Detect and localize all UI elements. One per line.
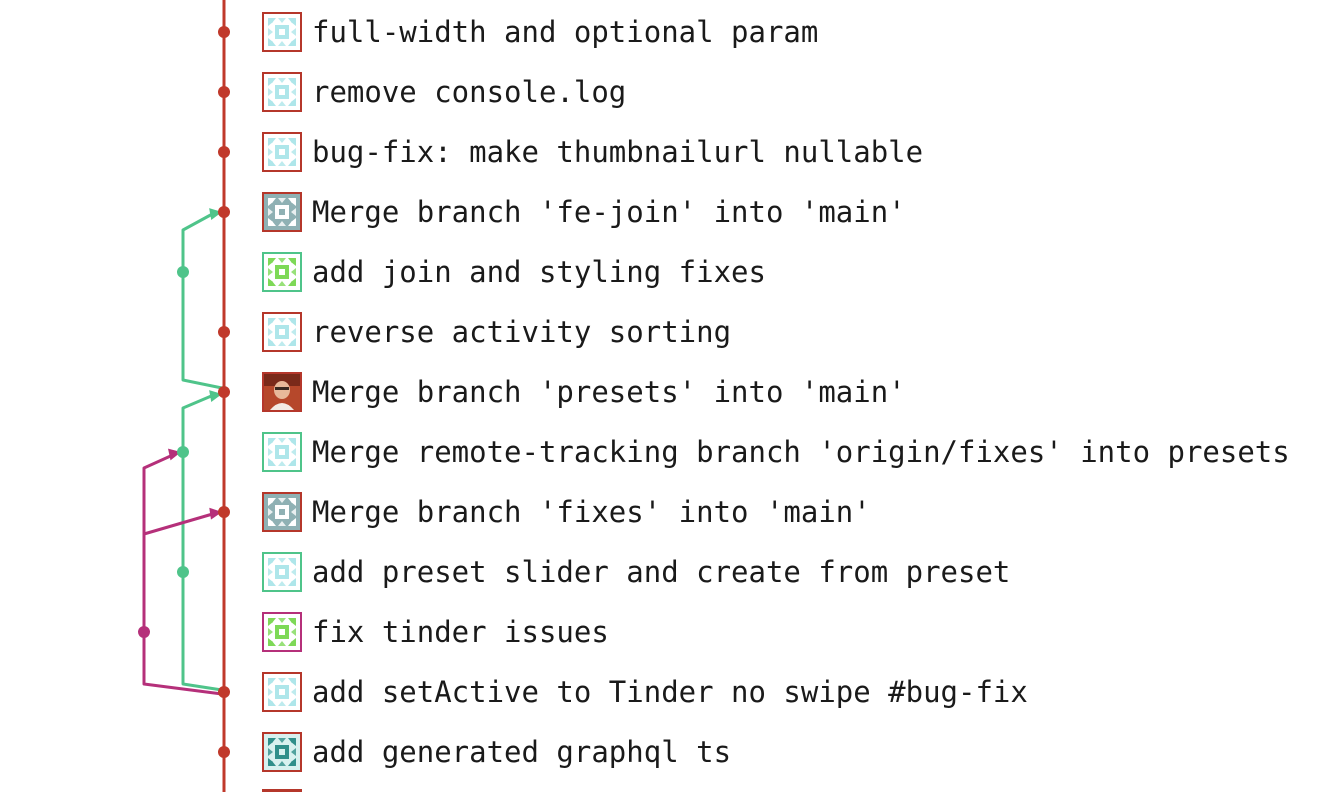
commit-row[interactable]: reverse activity sorting [262, 310, 731, 354]
author-avatar [262, 252, 302, 292]
commit-row[interactable]: remove console.log [262, 70, 626, 114]
commit-node[interactable] [177, 566, 189, 578]
presets-branch-line [181, 392, 223, 692]
commit-node[interactable] [218, 146, 230, 158]
commit-message: Merge branch 'fixes' into 'main' [312, 495, 871, 529]
commit-row[interactable]: Merge branch 'presets' into 'main' [262, 370, 906, 414]
commit-row[interactable]: fix tinder issues [262, 610, 609, 654]
commit-node[interactable] [218, 386, 230, 398]
commit-node[interactable] [218, 746, 230, 758]
commit-message: full-width and optional param [312, 15, 819, 49]
fixes-merge-line [143, 511, 217, 536]
author-avatar [262, 732, 302, 772]
author-avatar [262, 12, 302, 52]
author-avatar [262, 72, 302, 112]
commit-message: Merge branch 'presets' into 'main' [312, 375, 906, 409]
commit-message: Merge branch 'fe-join' into 'main' [312, 195, 906, 229]
commit-node[interactable] [177, 266, 189, 278]
commit-row[interactable]: Merge branch 'fe-join' into 'main' [262, 190, 906, 234]
fe-join-branch-line [181, 210, 223, 390]
commit-message: fix tinder issues [312, 615, 609, 649]
commit-row[interactable]: add setActive to Tinder no swipe #bug-fi… [262, 670, 1028, 714]
author-avatar [262, 492, 302, 532]
commit-message: add setActive to Tinder no swipe #bug-fi… [312, 675, 1028, 709]
commit-message: Merge remote-tracking branch 'origin/fix… [312, 435, 1290, 469]
author-avatar [262, 552, 302, 592]
author-avatar [262, 192, 302, 232]
author-avatar [262, 432, 302, 472]
commit-node[interactable] [218, 686, 230, 698]
commit-row[interactable]: add preset slider and create from preset [262, 550, 1010, 594]
commit-node[interactable] [177, 446, 189, 458]
commit-node[interactable] [218, 206, 230, 218]
commit-row[interactable]: Merge branch 'fixes' into 'main' [262, 490, 871, 534]
commit-row[interactable]: add join and styling fixes [262, 250, 766, 294]
commit-message: add join and styling fixes [312, 255, 766, 289]
author-avatar [262, 132, 302, 172]
commit-message: remove console.log [312, 75, 627, 109]
commit-message: add generated graphql ts [312, 735, 732, 769]
author-avatar [262, 612, 302, 652]
commit-row[interactable]: full-width and optional param [262, 10, 818, 54]
commit-message: add preset slider and create from preset [312, 555, 1011, 589]
author-avatar [262, 312, 302, 352]
commit-node[interactable] [218, 26, 230, 38]
commit-node[interactable] [138, 626, 150, 638]
commit-node[interactable] [218, 506, 230, 518]
author-avatar [262, 372, 302, 412]
author-avatar [262, 672, 302, 712]
commit-node[interactable] [218, 326, 230, 338]
commit-node[interactable] [218, 86, 230, 98]
commit-row[interactable]: bug-fix: make thumbnailurl nullable [262, 130, 923, 174]
commit-row[interactable]: Merge remote-tracking branch 'origin/fix… [262, 430, 1290, 474]
commit-message: bug-fix: make thumbnailurl nullable [312, 135, 924, 169]
commit-row[interactable]: add generated graphql ts [262, 730, 731, 774]
commit-message: reverse activity sorting [312, 315, 732, 349]
